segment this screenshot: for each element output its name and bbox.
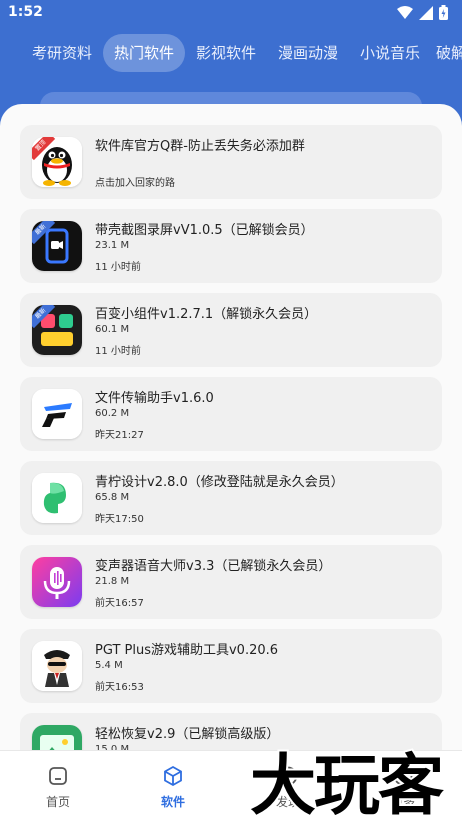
- wifi-icon: [397, 5, 413, 19]
- green-leaf-icon: [32, 473, 82, 523]
- watermark-text: 大玩客: [250, 747, 444, 821]
- app-time: 11 小时前: [95, 262, 141, 273]
- app-time: 昨天21:27: [95, 430, 144, 441]
- app-title: PGT Plus游戏辅助工具v0.20.6: [95, 643, 279, 658]
- screen-record-icon: 最新: [32, 221, 82, 271]
- app-size: 23.1 M: [95, 240, 130, 251]
- app-time: 前天16:57: [95, 598, 144, 609]
- category-tabs: 考研资料 热门软件 影视软件 漫画动漫 小说音乐 破解: [0, 34, 462, 74]
- tab-novels-music[interactable]: 小说音乐: [354, 34, 426, 72]
- nav-home-label: 首页: [45, 795, 70, 809]
- voice-mic-icon: [32, 557, 82, 607]
- list-item[interactable]: 最新 带壳截图录屏vV1.0.5（已解锁会员） 23.1 M 11 小时前: [20, 209, 442, 283]
- app-title: 青柠设计v2.8.0（修改登陆就是永久会员）: [95, 475, 344, 490]
- nav-home[interactable]: 首页: [18, 761, 98, 810]
- app-time: 前天16:53: [95, 682, 144, 693]
- tab-cracked[interactable]: 破解: [436, 34, 462, 72]
- qq-penguin-icon: 置顶: [32, 137, 82, 187]
- widget-blocks-icon: 最新: [32, 305, 82, 355]
- list-item[interactable]: 最新 百变小组件v1.2.7.1（解锁永久会员） 60.1 M 11 小时前: [20, 293, 442, 367]
- app-title: 带壳截图录屏vV1.0.5（已解锁会员）: [95, 223, 314, 238]
- app-title: 变声器语音大师v3.3（已解锁永久会员）: [95, 559, 332, 574]
- nav-software-label: 软件: [160, 795, 185, 809]
- tab-hot-software[interactable]: 热门软件: [103, 34, 185, 72]
- app-time: 昨天17:50: [95, 514, 144, 525]
- nav-software[interactable]: 软件: [133, 761, 213, 810]
- app-title: 轻松恢复v2.9（已解锁高级版）: [95, 727, 280, 742]
- app-title: 软件库官方Q群-防止丢失务必添加群: [95, 139, 305, 154]
- pgt-character-icon: [32, 641, 82, 691]
- status-bar: 1:52: [0, 0, 462, 28]
- app-size: 5.4 M: [95, 660, 123, 671]
- list-item[interactable]: 变声器语音大师v3.3（已解锁永久会员） 21.8 M 前天16:57: [20, 545, 442, 619]
- app-list: 置顶 软件库官方Q群-防止丢失务必添加群 点击加入回家的路 最新 带壳截图录屏v…: [0, 104, 462, 821]
- app-title: 百变小组件v1.2.7.1（解锁永久会员）: [95, 307, 318, 322]
- app-size: 60.2 M: [95, 408, 130, 419]
- status-time: 1:52: [8, 4, 43, 20]
- status-icons: [397, 5, 448, 20]
- home-icon: [49, 767, 67, 785]
- app-size: 60.1 M: [95, 324, 130, 335]
- tab-comics[interactable]: 漫画动漫: [272, 34, 344, 72]
- signal-icon: [419, 5, 433, 20]
- app-size: 65.8 M: [95, 492, 130, 503]
- list-item[interactable]: PGT Plus游戏辅助工具v0.20.6 5.4 M 前天16:53: [20, 629, 442, 703]
- list-item[interactable]: 文件传输助手v1.6.0 60.2 M 昨天21:27: [20, 377, 442, 451]
- battery-icon: [439, 5, 448, 20]
- app-subtitle: 点击加入回家的路: [95, 178, 175, 189]
- tab-kaoyan[interactable]: 考研资料: [26, 34, 98, 72]
- app-title: 文件传输助手v1.6.0: [95, 391, 214, 406]
- app-size: 21.8 M: [95, 576, 130, 587]
- tab-video-software[interactable]: 影视软件: [190, 34, 262, 72]
- file-transfer-icon: [32, 389, 82, 439]
- list-item[interactable]: 青柠设计v2.8.0（修改登陆就是永久会员） 65.8 M 昨天17:50: [20, 461, 442, 535]
- cube-icon: [164, 765, 182, 787]
- watermark-logo: 大玩客: [248, 745, 448, 821]
- list-item[interactable]: 置顶 软件库官方Q群-防止丢失务必添加群 点击加入回家的路: [20, 125, 442, 199]
- app-time: 11 小时前: [95, 346, 141, 357]
